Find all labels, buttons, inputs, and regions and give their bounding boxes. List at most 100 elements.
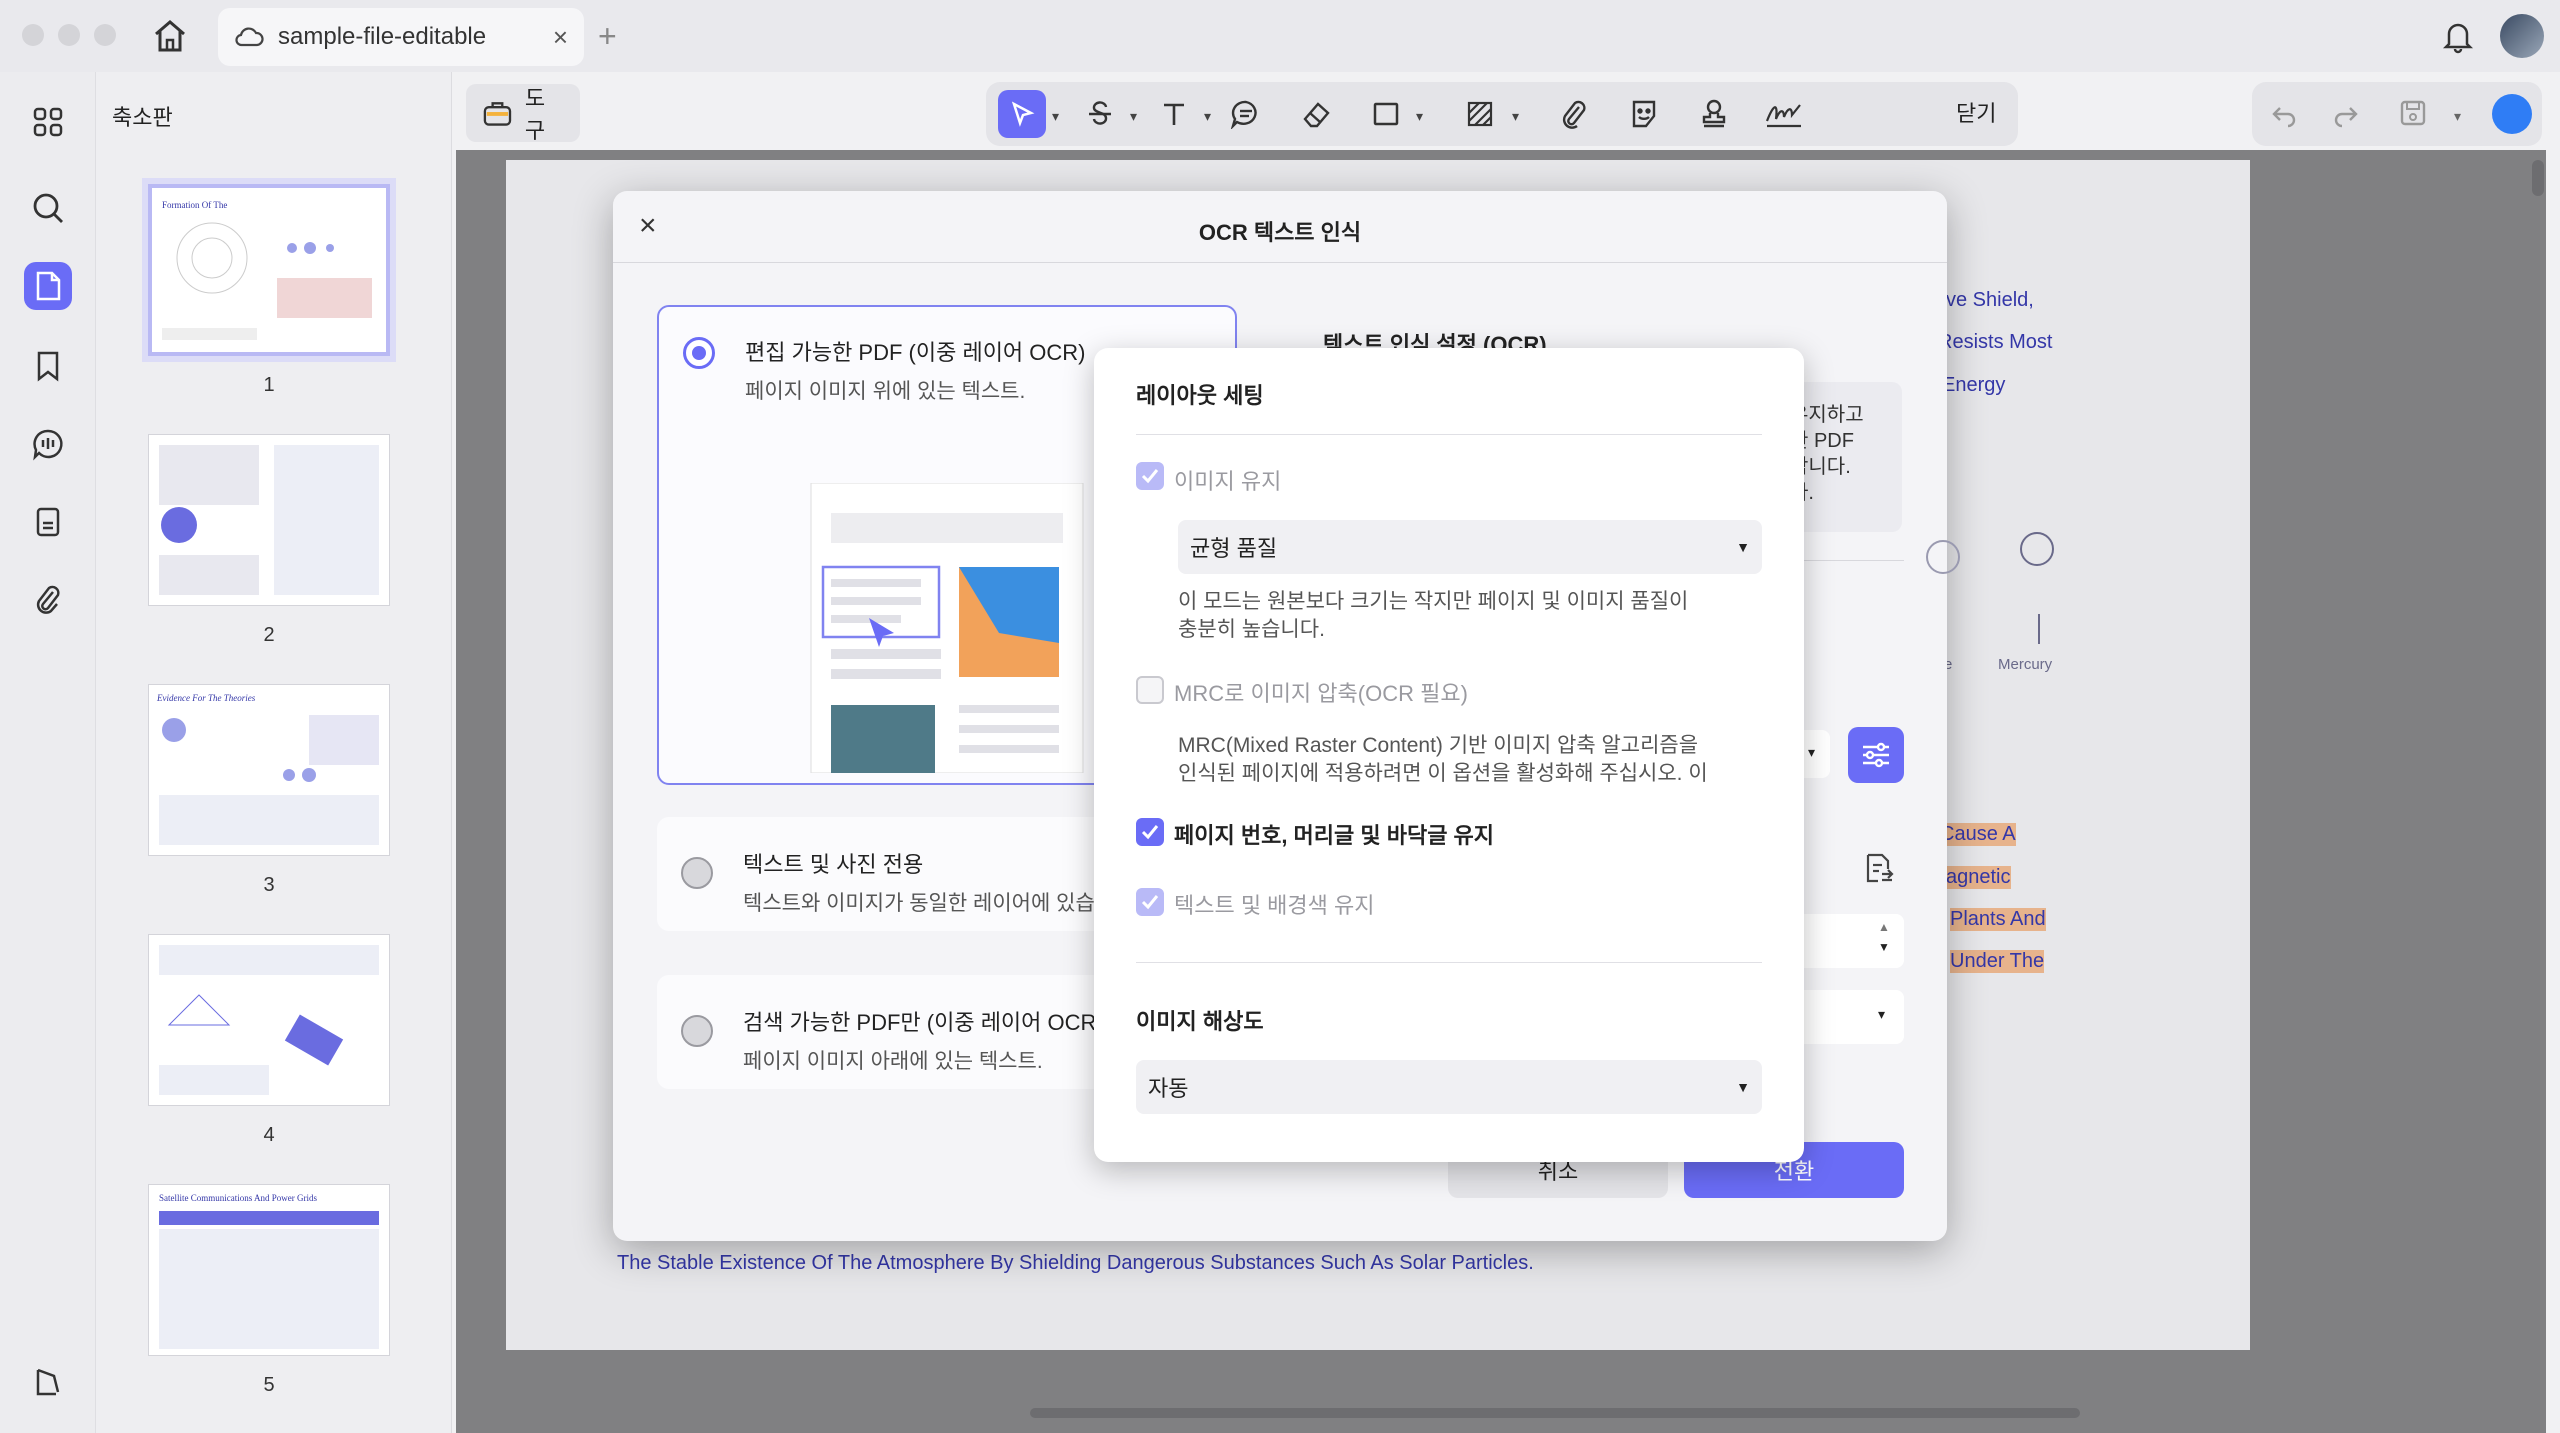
- layers-icon[interactable]: [24, 1358, 72, 1406]
- planet-circle: [2020, 532, 2054, 566]
- undo-icon[interactable]: [2270, 100, 2298, 128]
- toolbox-icon: [483, 102, 512, 126]
- grid-icon[interactable]: [24, 98, 72, 146]
- sliders-icon: [1863, 742, 1889, 768]
- page-number-1: 1: [263, 374, 275, 396]
- title-bar: sample-file-editable × +: [0, 0, 2560, 72]
- page-number-2: 2: [263, 624, 275, 646]
- svg-text:Evidence For The Theories: Evidence For The Theories: [156, 693, 256, 703]
- search-icon[interactable]: [24, 184, 72, 232]
- bell-icon[interactable]: [2440, 18, 2476, 54]
- save-icon[interactable]: [2398, 98, 2428, 128]
- option-desc: 페이지 이미지 아래에 있는 텍스트.: [743, 1050, 1043, 1073]
- new-tab-button[interactable]: +: [598, 18, 617, 55]
- stamp-icon[interactable]: [1690, 90, 1738, 138]
- page-number-5: 5: [263, 1374, 275, 1396]
- comment-icon[interactable]: [24, 420, 72, 468]
- keep-images-label: 이미지 유지: [1174, 469, 1282, 494]
- option-title: 텍스트 및 사진 전용: [743, 852, 924, 877]
- attachment-icon[interactable]: [24, 576, 72, 624]
- window-minimize-dot[interactable]: [58, 24, 80, 46]
- select-cursor-icon[interactable]: [998, 90, 1046, 138]
- image-resolution-heading: 이미지 해상도: [1136, 1009, 1264, 1034]
- tools-button[interactable]: 도구: [466, 84, 580, 143]
- window-zoom-dot[interactable]: [94, 24, 116, 46]
- avatar[interactable]: [2500, 14, 2544, 58]
- thumbnail-panel-title: 축소판: [112, 105, 173, 130]
- strikethrough-icon[interactable]: [1076, 90, 1124, 138]
- page-range-icon[interactable]: [1862, 852, 1896, 886]
- text-icon[interactable]: [1150, 90, 1198, 138]
- eraser-icon[interactable]: [1292, 90, 1340, 138]
- planet-circle: [1926, 540, 1960, 574]
- left-rail: [0, 72, 96, 1433]
- doc-highlight-text: Plants And: [1950, 908, 2046, 931]
- page-thumbnail-2[interactable]: [148, 434, 390, 606]
- app-window: sample-file-editable × + 축소판 Formation O…: [0, 0, 2560, 1433]
- radio-text-and-images[interactable]: [681, 857, 713, 889]
- mrc-compress-label: MRC로 이미지 압축(OCR 필요): [1174, 681, 1468, 706]
- image-quality-select[interactable]: 균형 품질 ▼: [1178, 520, 1762, 574]
- mrc-note-line: MRC(Mixed Raster Content) 기반 이미지 압축 알고리즘…: [1178, 734, 1699, 757]
- image-resolution-value: 자동: [1148, 1076, 1189, 1101]
- document-icon[interactable]: [24, 498, 72, 546]
- ocr-dialog-header: × OCR 텍스트 인식: [613, 191, 1947, 263]
- chevron-down-icon[interactable]: ▾: [1052, 108, 1059, 125]
- sticker-icon[interactable]: [1620, 90, 1668, 138]
- chevron-down-icon[interactable]: ▾: [1204, 108, 1211, 125]
- page-thumbnail-1[interactable]: Formation Of The: [142, 178, 396, 362]
- window-close-dot[interactable]: [22, 24, 44, 46]
- stepper-down-icon[interactable]: ▼: [1878, 940, 1890, 954]
- keep-text-bg-checkbox[interactable]: [1136, 888, 1164, 916]
- comment-bubble-icon[interactable]: [1222, 90, 1270, 138]
- stepper-up-icon[interactable]: ▲: [1878, 920, 1890, 934]
- mrc-note-line: 인식된 페이지에 적용하려면 이 옵션을 활성화해 주십시오. 이: [1178, 762, 1708, 785]
- rectangle-icon[interactable]: [1362, 90, 1410, 138]
- redo-icon[interactable]: [2332, 100, 2360, 128]
- page-range-stepper[interactable]: ▲ ▼: [1790, 914, 1904, 968]
- doc-text-line: ve Shield,: [1946, 289, 2034, 311]
- keep-page-numbers-checkbox[interactable]: [1136, 818, 1164, 846]
- chevron-down-icon[interactable]: ▾: [2454, 108, 2461, 125]
- mrc-compress-checkbox[interactable]: [1136, 676, 1164, 704]
- chevron-down-icon[interactable]: ▾: [1416, 108, 1423, 125]
- option-title: 편집 가능한 PDF (이중 레이어 OCR): [745, 340, 1086, 365]
- planet-marker-line: [2038, 614, 2040, 644]
- chevron-down-icon[interactable]: ▾: [1130, 108, 1137, 125]
- doc-highlight-text: Cause A: [1940, 823, 2016, 846]
- signature-icon[interactable]: [1760, 90, 1808, 138]
- radio-searchable-pdf[interactable]: [681, 1015, 713, 1047]
- ai-assistant-icon[interactable]: [2492, 94, 2532, 134]
- layout-settings-button[interactable]: [1848, 727, 1904, 783]
- page-selection-select[interactable]: ▾: [1790, 990, 1904, 1044]
- radio-editable-pdf[interactable]: [683, 337, 715, 369]
- doc-text-line: Energy: [1942, 374, 2006, 396]
- page-thumbnail-5[interactable]: Satellite Communications And Power Grids: [148, 1184, 390, 1356]
- horizontal-scrollbar[interactable]: [1030, 1408, 2080, 1418]
- chevron-down-icon: ▼: [1736, 539, 1750, 555]
- document-tab[interactable]: sample-file-editable ×: [218, 8, 584, 66]
- page-thumbnail-4[interactable]: [148, 934, 390, 1106]
- paperclip-icon[interactable]: [1550, 90, 1598, 138]
- keep-images-checkbox[interactable]: [1136, 462, 1164, 490]
- option-title: 검색 가능한 PDF만 (이중 레이어 OCR): [743, 1010, 1104, 1035]
- bookmark-icon[interactable]: [24, 342, 72, 390]
- divider: [1136, 962, 1762, 963]
- chevron-down-icon[interactable]: ▾: [1512, 108, 1519, 125]
- doc-bottom-text: The Stable Existence Of The Atmosphere B…: [617, 1252, 1534, 1274]
- editable-pdf-illustration: [810, 483, 1084, 773]
- thumbnail-page-icon[interactable]: [24, 262, 72, 310]
- page-thumbnail-3[interactable]: Evidence For The Theories: [148, 684, 390, 856]
- tab-close-icon[interactable]: ×: [553, 22, 568, 53]
- home-icon[interactable]: [150, 18, 190, 54]
- vertical-scrollbar[interactable]: [2532, 160, 2544, 196]
- thumbnail-panel: 축소판 Formation Of The 1 2 Evidence For Th…: [96, 72, 533, 1433]
- area-hatch-icon[interactable]: [1456, 90, 1504, 138]
- image-resolution-select[interactable]: 자동 ▼: [1136, 1060, 1762, 1114]
- right-toolbar: ▾: [2252, 82, 2542, 146]
- close-toolbar-button[interactable]: 닫기: [1956, 96, 1996, 128]
- keep-page-numbers-label: 페이지 번호, 머리글 및 바닥글 유지: [1174, 823, 1495, 848]
- doc-highlight-text: Under The: [1950, 950, 2045, 973]
- divider: [1790, 560, 1904, 561]
- divider: [1136, 434, 1762, 435]
